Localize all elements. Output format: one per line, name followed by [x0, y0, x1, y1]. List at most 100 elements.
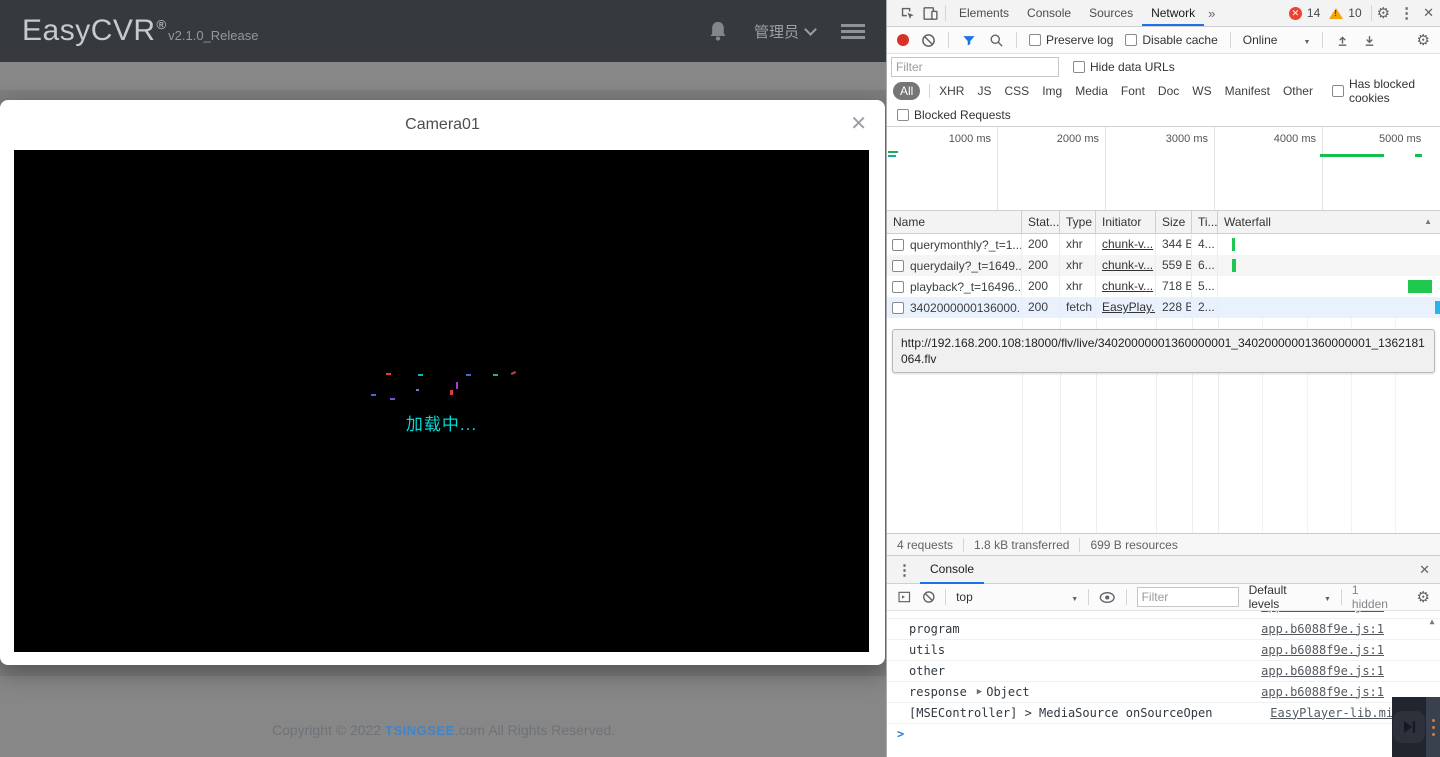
chip-xhr[interactable]: XHR — [939, 84, 964, 98]
row-checkbox[interactable] — [892, 259, 904, 272]
drawer-menu-icon[interactable] — [897, 561, 912, 579]
chip-all[interactable]: All — [893, 82, 921, 100]
clear-network-icon[interactable] — [921, 33, 936, 48]
source-link[interactable]: app.b6088f9e.js:1 — [1261, 620, 1384, 639]
initiator-link[interactable]: chunk-v... — [1102, 258, 1153, 272]
clear-console-icon[interactable] — [922, 590, 936, 604]
source-link[interactable]: app.b6088f9e.js:1 — [1261, 611, 1384, 613]
chip-manifest[interactable]: Manifest — [1225, 84, 1270, 98]
request-type: xhr — [1060, 234, 1096, 255]
player-extension-icon[interactable] — [1392, 697, 1426, 757]
checkbox[interactable] — [1331, 85, 1344, 97]
tab-console[interactable]: Console — [1018, 0, 1080, 26]
console-filter-input[interactable] — [1136, 587, 1239, 607]
expand-triangle-icon[interactable] — [977, 683, 982, 702]
live-expression-eye-icon[interactable] — [1099, 591, 1115, 604]
row-checkbox[interactable] — [892, 238, 904, 251]
initiator-link[interactable]: chunk-v... — [1102, 279, 1153, 293]
request-row-hovered[interactable]: 3402000000136000... 200 fetch EasyPlay..… — [887, 297, 1440, 318]
chip-img[interactable]: Img — [1042, 84, 1062, 98]
blocked-requests-checkbox[interactable]: Blocked Requests — [897, 108, 1011, 122]
initiator-link[interactable]: EasyPlay... — [1102, 300, 1155, 314]
extension-overlay[interactable] — [1392, 697, 1440, 757]
checkbox[interactable] — [1073, 60, 1085, 73]
search-icon[interactable] — [989, 33, 1004, 48]
preserve-log-checkbox[interactable]: Preserve log — [1029, 33, 1113, 47]
video-player[interactable]: 加载中... — [14, 150, 869, 652]
execution-context-select[interactable]: top — [956, 590, 1078, 604]
col-size[interactable]: Size — [1156, 211, 1192, 233]
close-devtools-icon[interactable] — [1423, 5, 1434, 21]
chip-media[interactable]: Media — [1075, 84, 1108, 98]
close-icon[interactable] — [850, 112, 867, 136]
tab-sources[interactable]: Sources — [1080, 0, 1142, 26]
footer-copyright: Copyright © 2022 TSINGSEE.com All Rights… — [0, 722, 887, 738]
source-link[interactable]: app.b6088f9e.js:1 — [1261, 683, 1384, 702]
col-time[interactable]: Ti... — [1192, 211, 1218, 233]
log-levels-select[interactable]: Default levels — [1249, 583, 1331, 611]
settings-gear-icon[interactable] — [1377, 4, 1390, 22]
console-prompt[interactable]: > — [887, 724, 1440, 744]
row-checkbox[interactable] — [892, 280, 904, 293]
app-version: v2.1.0_Release — [168, 28, 259, 43]
request-row[interactable]: querymonthly?_t=1... 200 xhr chunk-v... … — [887, 234, 1440, 255]
console-settings-icon[interactable] — [1417, 588, 1430, 606]
export-har-icon[interactable] — [1362, 33, 1377, 48]
drawer-tab-console[interactable]: Console — [920, 556, 984, 584]
error-icon[interactable] — [1288, 6, 1302, 20]
chip-js[interactable]: JS — [977, 84, 991, 98]
warning-count[interactable]: 10 — [1348, 6, 1361, 20]
network-overview-timeline[interactable]: 1000 ms 2000 ms 3000 ms 4000 ms 5000 ms — [887, 127, 1440, 211]
more-tabs-icon[interactable]: » — [1204, 6, 1219, 21]
user-menu[interactable]: 管理员 — [754, 21, 817, 42]
warning-icon[interactable] — [1329, 7, 1344, 19]
request-row[interactable]: playback?_t=16496... 200 xhr chunk-v... … — [887, 276, 1440, 297]
message-text: program — [909, 621, 960, 636]
grid-line — [997, 127, 998, 210]
devtools-menu-icon[interactable] — [1399, 4, 1414, 22]
initiator-link[interactable]: chunk-v... — [1102, 237, 1153, 251]
error-count[interactable]: 14 — [1307, 6, 1320, 20]
device-toolbar-icon[interactable] — [922, 5, 939, 22]
tab-elements[interactable]: Elements — [950, 0, 1018, 26]
spinner-artifact — [493, 374, 498, 376]
message-text: [MSEController] > MediaSource onSourceOp… — [909, 705, 1213, 720]
chip-css[interactable]: CSS — [1005, 84, 1030, 98]
notification-bell-icon[interactable] — [708, 20, 728, 42]
checkbox[interactable] — [897, 108, 909, 121]
levels-value: Default levels — [1248, 583, 1287, 611]
request-row[interactable]: querydaily?_t=1649... 200 xhr chunk-v...… — [887, 255, 1440, 276]
console-sidebar-icon[interactable] — [897, 590, 912, 604]
chip-doc[interactable]: Doc — [1158, 84, 1179, 98]
checkbox[interactable] — [1029, 34, 1041, 46]
tab-network[interactable]: Network — [1142, 0, 1204, 26]
network-filter-input[interactable] — [891, 56, 1059, 77]
scroll-up-icon[interactable] — [1426, 617, 1438, 626]
hamburger-menu-icon[interactable] — [841, 23, 865, 39]
overview-bar — [888, 151, 898, 153]
col-type[interactable]: Type — [1060, 211, 1096, 233]
col-name[interactable]: Name — [887, 211, 1022, 233]
filter-funnel-icon[interactable] — [961, 33, 977, 48]
throttling-select[interactable]: Online — [1243, 33, 1311, 47]
col-status[interactable]: Stat... — [1022, 211, 1060, 233]
close-drawer-icon[interactable] — [1419, 562, 1430, 578]
inspect-element-icon[interactable] — [899, 5, 916, 22]
row-checkbox[interactable] — [892, 301, 904, 314]
disable-cache-checkbox[interactable]: Disable cache — [1125, 33, 1218, 47]
chip-ws[interactable]: WS — [1192, 84, 1211, 98]
source-link[interactable]: app.b6088f9e.js:1 — [1261, 641, 1384, 660]
col-waterfall[interactable]: Waterfall — [1218, 211, 1440, 233]
record-button[interactable] — [897, 34, 909, 46]
overlay-menu-dots-icon[interactable] — [1426, 697, 1440, 757]
hide-data-urls-checkbox[interactable]: Hide data URLs — [1073, 60, 1175, 74]
import-har-icon[interactable] — [1335, 33, 1350, 48]
chip-font[interactable]: Font — [1121, 84, 1145, 98]
object-preview[interactable]: Object — [986, 683, 1029, 702]
network-settings-icon[interactable] — [1417, 31, 1430, 49]
source-link[interactable]: app.b6088f9e.js:1 — [1261, 662, 1384, 681]
checkbox[interactable] — [1125, 34, 1138, 46]
has-blocked-cookies-checkbox[interactable]: Has blocked cookies — [1331, 77, 1434, 105]
col-initiator[interactable]: Initiator — [1096, 211, 1156, 233]
chip-other[interactable]: Other — [1283, 84, 1313, 98]
